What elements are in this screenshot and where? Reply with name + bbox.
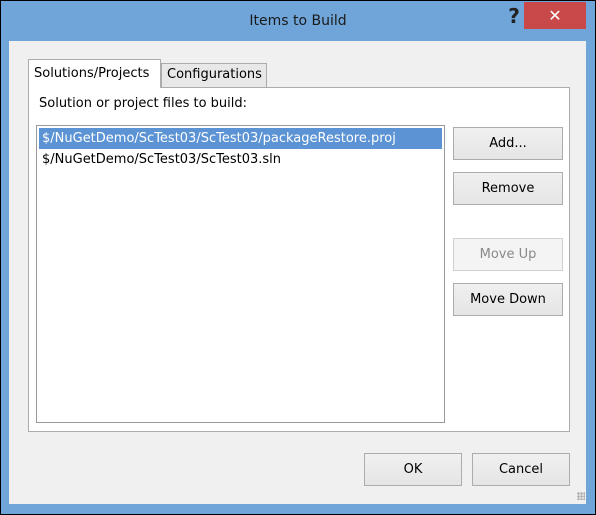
dialog-window: Items to Build ? ✕ Solutions/Projects Co…	[0, 0, 596, 515]
dialog-client: Solutions/Projects Configurations Soluti…	[9, 41, 586, 504]
resize-grip[interactable]	[577, 492, 585, 500]
files-label: Solution or project files to build:	[39, 96, 248, 111]
ok-button[interactable]: OK	[364, 453, 462, 486]
remove-button[interactable]: Remove	[453, 172, 563, 205]
tab-configurations[interactable]: Configurations	[161, 63, 267, 88]
tab-solutions-projects[interactable]: Solutions/Projects	[28, 59, 161, 88]
cancel-button[interactable]: Cancel	[472, 453, 570, 486]
move-down-button[interactable]: Move Down	[453, 283, 563, 316]
close-button[interactable]: ✕	[524, 2, 586, 29]
move-up-button[interactable]: Move Up	[453, 238, 563, 271]
list-item[interactable]: $/NuGetDemo/ScTest03/ScTest03/packageRes…	[39, 128, 442, 149]
files-list[interactable]: $/NuGetDemo/ScTest03/ScTest03/packageRes…	[36, 125, 445, 423]
tab-panel: Solution or project files to build: $/Nu…	[28, 87, 570, 432]
list-item[interactable]: $/NuGetDemo/ScTest03/ScTest03.sln	[39, 149, 442, 170]
add-button[interactable]: Add...	[453, 127, 563, 160]
help-button[interactable]: ?	[504, 3, 524, 29]
